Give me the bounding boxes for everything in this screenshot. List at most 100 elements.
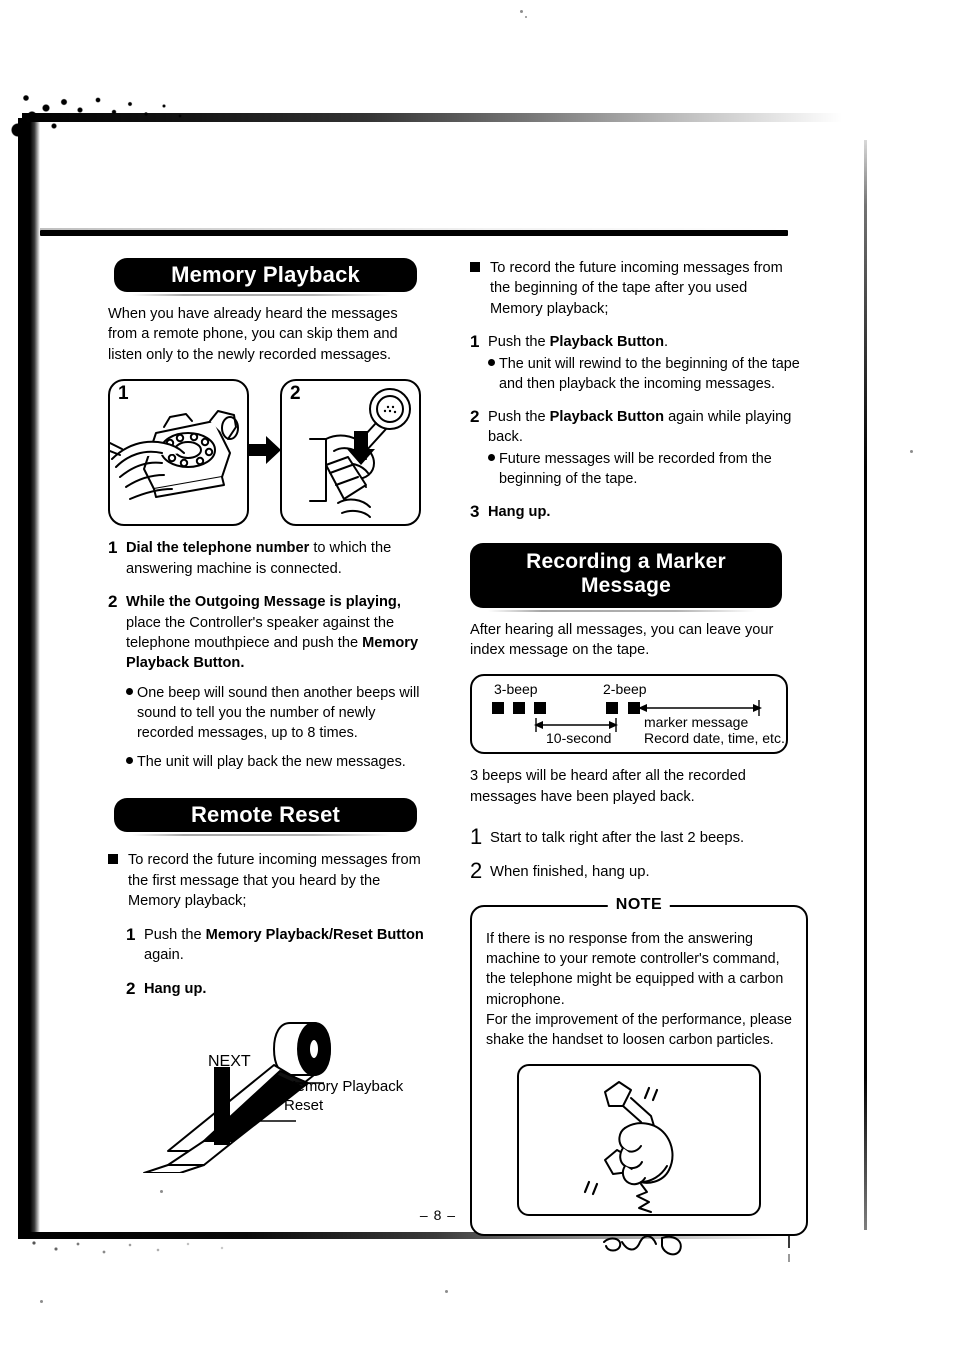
playback-step-1-sub-text: The unit will rewind to the beginning of… [499,355,800,392]
remote-reset-step-2-text: Hang up. [144,979,426,1000]
beep-label-record-date: Record date, time, etc. [644,730,785,747]
playback-step-3-number: 3 [470,502,480,522]
playback-step-2-text: Push the Playback Button again while pla… [488,407,800,489]
step-2-bold: While the Outgoing Message is playing, [126,594,401,611]
playback-step-1-text: Push the Playback Button. The unit will … [488,332,800,394]
scan-edge-artifact-right [864,140,867,1230]
scan-speck [40,1300,43,1303]
ps2-pre: Push the [488,409,550,425]
scan-bottom-fuzz [26,1239,326,1263]
scan-speck [910,450,913,453]
playback-step-2-number: 2 [470,407,480,426]
scan-speck [160,1190,163,1193]
square-bullet-icon [470,262,480,272]
bullet-text: The unit will play back the new messages… [137,754,406,771]
section-heading-memory-playback: Memory Playback [114,258,417,296]
rr2-bold: Hang up. [144,980,207,997]
remote-reset-step-1: 1 Push the Memory Playback/Reset Button … [126,925,426,966]
beep-mark [606,702,618,715]
marker-heading-line1: Recording a Marker [526,549,726,573]
talk-step-2-text: When finished, hang up. [490,864,650,880]
step-2-text: While the Outgoing Message is playing, p… [126,592,426,674]
step-1-text: Dial the telephone number to which the a… [126,538,426,579]
talk-step-1-number: 1 [470,824,483,850]
remote-reset-intro: To record the future incoming messages f… [128,852,421,910]
bullet-item: The unit will play back the new messages… [126,752,426,772]
scan-edge-artifact-left [18,118,40,1238]
square-bullet-icon [108,854,118,865]
playback-step-2-sub: Future messages will be recorded from th… [488,449,800,489]
ps3-bold: Hang up. [488,504,551,521]
beep-mark [513,702,525,715]
playback-step-2-sub-text: Future messages will be recorded from th… [499,450,772,487]
playback-step-3-text: Hang up. [488,502,800,523]
note-title: NOTE [607,895,671,914]
page-number-text: – 8 – [419,1207,457,1223]
bullet-dot-icon [126,757,133,765]
ps1-pre: Push the [488,334,550,351]
illustration-panel-2-label: 2 [290,383,301,405]
beep-mark [492,702,504,715]
step-2-number: 2 [108,592,118,612]
step-1-number: 1 [108,538,118,558]
note-illustration [517,1064,761,1217]
memory-playback-intro: When you have already heard the messages… [108,306,398,363]
tape-label-line2: Reset [284,1097,324,1115]
left-column: Memory Playback When you have already he… [108,258,426,1174]
beep-label-2beep: 2-beep [603,681,647,698]
illustration-panel-1-label: 1 [118,383,129,405]
step-1-bold: Dial the telephone number [126,540,310,557]
talk-step-1: 1 Start to talk right after the last 2 b… [470,825,800,849]
playback-step-1: 1 Push the Playback Button. The unit wil… [470,332,800,394]
tape-diagram: NEXT Memory Playback Reset [108,1005,426,1174]
right-intro-row: To record the future incoming messages f… [470,258,800,319]
marker-heading-line2: Message [580,574,672,598]
tape-label-memory-playback-reset: Memory Playback Reset [284,1077,403,1115]
talk-step-1-text: Start to talk right after the last 2 bee… [490,830,745,847]
step-1: 1 Dial the telephone number to which the… [108,538,426,579]
scan-speck [525,16,527,18]
stray-ink-squiggle [600,1232,710,1260]
section-heading-recording-marker-message: Recording a Marker Message [470,542,782,612]
rotary-telephone-dialing-icon [110,410,239,501]
remote-reset-step-1-text: Push the Memory Playback/Reset Button ag… [144,925,426,966]
right-arrow-icon [247,436,281,465]
header-rule [40,228,788,236]
playback-step-1-sub: The unit will rewind to the beginning of… [488,354,800,394]
beep-label-marker-message: marker message [644,714,749,731]
remote-reset-step-1-number: 1 [126,924,136,944]
beep-label-3beep: 3-beep [494,681,538,698]
handset-with-remote-controller-icon [309,388,411,519]
right-column: To record the future incoming messages f… [470,258,808,1237]
beep-mark [534,702,546,715]
illustration-panel-2: 2 [280,379,421,527]
after-beep-text: 3 beeps will be heard after all the reco… [470,768,746,805]
rr1-rest: again. [144,947,184,964]
bullet-text: One beep will sound then another beeps w… [137,684,420,742]
bullet-dot-icon [488,453,495,461]
scan-speck [445,1290,448,1293]
remote-reset-step-2: 2 Hang up. [126,979,426,1000]
flow-arrow [247,435,281,465]
playback-step-2: 2 Push the Playback Button again while p… [470,407,800,489]
note-body-line2: For the improvement of the performance, … [486,1011,792,1049]
memory-playback-bullets: One beep will sound then another beeps w… [126,683,426,773]
stray-ink-tick [788,1236,790,1248]
beep-label-10second: 10-second [546,730,612,747]
step-2-rest: place the Controller's speaker against t… [126,614,395,651]
hand-shaking-handset-icon [583,1081,674,1214]
section-heading-remote-reset: Remote Reset [114,798,417,837]
scan-corner-smudge [6,86,196,144]
bullet-dot-icon [126,687,133,695]
tape-label-next: NEXT [208,1053,251,1071]
rr1-pre: Push the [144,926,206,943]
beep-timing-diagram: 3-beep 2-beep 10-second marker message R… [470,674,788,755]
memory-playback-illustration: 1 2 [108,379,426,527]
step-2: 2 While the Outgoing Message is playing,… [108,592,426,674]
tape-label-line1: Memory Playback [284,1078,404,1096]
talk-step-2-number: 2 [470,858,483,883]
remote-reset-intro-row: To record the future incoming messages f… [108,850,426,911]
ps1-rest: . [664,334,669,351]
playback-step-1-number: 1 [470,332,480,352]
playback-step-3: 3 Hang up. [470,502,800,523]
